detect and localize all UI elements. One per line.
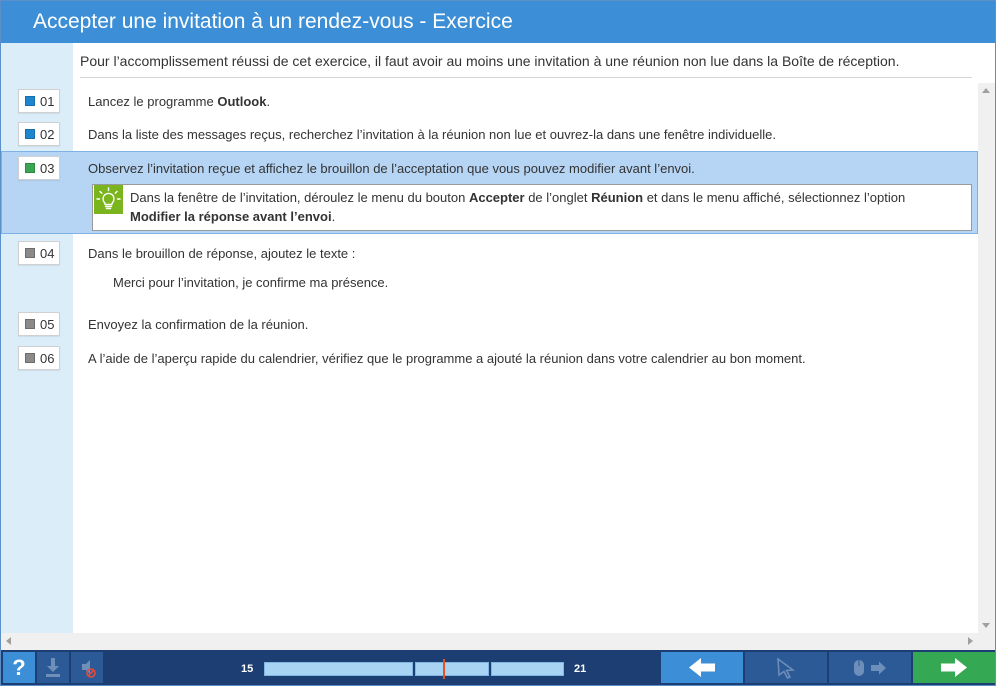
exercise-window: Accepter une invitation à un rendez-vous… [0, 0, 996, 686]
mouse-arrow-icon [854, 660, 886, 676]
download-icon [46, 658, 60, 677]
scroll-up-icon[interactable] [982, 88, 990, 93]
step-text-02: Dans la liste des messages reçus, recher… [88, 127, 776, 142]
lightbulb-icon[interactable] [94, 185, 123, 214]
previous-button[interactable] [661, 652, 743, 683]
next-button[interactable] [913, 652, 995, 683]
arrow-right-icon [941, 658, 967, 677]
window-title: Accepter une invitation à un rendez-vous… [33, 10, 513, 33]
bottom-toolbar: ? 15 21 [1, 650, 995, 685]
vertical-scrollbar[interactable] [978, 83, 995, 633]
title-bar: Accepter une invitation à un rendez-vous… [1, 1, 995, 43]
gray-square-icon [25, 248, 35, 258]
blue-square-icon [25, 129, 35, 139]
step-number-03[interactable]: 03 [18, 156, 60, 180]
scroll-down-icon[interactable] [982, 623, 990, 628]
cursor-icon [777, 657, 796, 679]
step-text-03: Observez l’invitation reçue et affichez … [88, 161, 695, 176]
blue-square-icon [25, 96, 35, 106]
arrow-left-icon [689, 658, 715, 677]
horizontal-scrollbar[interactable] [1, 633, 978, 650]
step-number-04[interactable]: 04 [18, 241, 60, 265]
intro-text: Pour l’accomplissement réussi de cet exe… [80, 53, 900, 69]
step-text-01: Lancez le programme Outlook. [88, 94, 271, 109]
download-button[interactable] [37, 652, 69, 683]
progress-segment[interactable] [415, 662, 489, 676]
scroll-right-icon[interactable] [968, 637, 973, 645]
step-number-06[interactable]: 06 [18, 346, 60, 370]
progress-marker[interactable] [443, 659, 445, 679]
progress-segment[interactable] [264, 662, 413, 676]
progress-segment[interactable] [491, 662, 564, 676]
mute-icon [82, 660, 96, 678]
hint-text: Dans la fenêtre de l’invitation, déroule… [130, 190, 906, 224]
step-text-06: A l’aide de l’aperçu rapide du calendrie… [88, 351, 806, 366]
select-button[interactable] [745, 652, 827, 683]
help-button[interactable]: ? [3, 652, 35, 683]
progress-start-label: 15 [241, 663, 254, 675]
green-square-icon [25, 163, 35, 173]
step-01-bold: Outlook [217, 94, 267, 109]
scrollbar-corner [978, 633, 995, 650]
scroll-left-icon[interactable] [6, 637, 11, 645]
step-text-04: Dans le brouillon de réponse, ajoutez le… [88, 246, 356, 261]
step-text-05: Envoyez la confirmation de la réunion. [88, 317, 309, 332]
mouse-button[interactable] [829, 652, 911, 683]
step-number-02[interactable]: 02 [18, 122, 60, 146]
gray-square-icon [25, 319, 35, 329]
intro-divider [80, 77, 972, 78]
help-icon: ? [12, 655, 26, 680]
progress-end-label: 21 [574, 663, 587, 675]
gray-square-icon [25, 353, 35, 363]
mute-button[interactable] [71, 652, 103, 683]
step-number-05[interactable]: 05 [18, 312, 60, 336]
step-number-01[interactable]: 01 [18, 89, 60, 113]
step-04-quote: Merci pour l’invitation, je confirme ma … [113, 275, 389, 290]
